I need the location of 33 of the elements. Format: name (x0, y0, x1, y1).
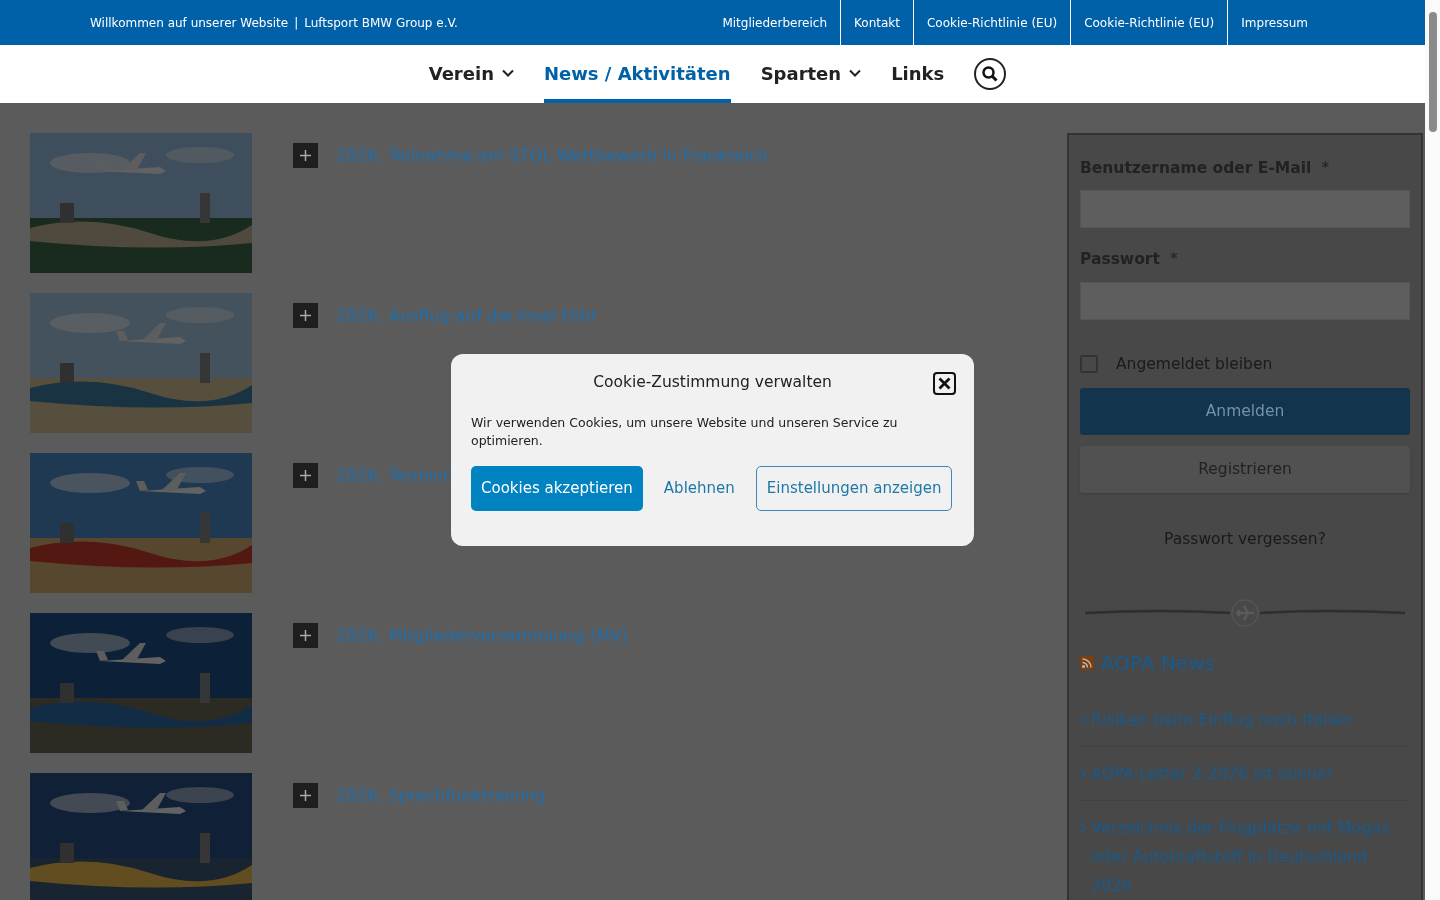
required-mark: * (1321, 158, 1330, 179)
settings-button[interactable]: Einstellungen anzeigen (755, 466, 953, 511)
chevron-down-icon (501, 69, 514, 77)
required-mark: * (1169, 249, 1178, 271)
nav-tab[interactable]: News / Aktivitäten (543, 47, 731, 103)
close-icon (938, 377, 951, 390)
chevron-right-icon (1080, 769, 1086, 779)
expand-icon[interactable] (293, 143, 318, 168)
chevron-down-icon (849, 69, 862, 77)
chevron-right-icon (1080, 715, 1086, 725)
search-button[interactable] (974, 58, 1007, 90)
expand-icon[interactable] (293, 463, 318, 488)
nav-tab[interactable]: Sparten (760, 47, 862, 103)
separator-text: | (294, 14, 299, 32)
rss-icon (1080, 656, 1094, 670)
expand-icon[interactable] (293, 623, 318, 648)
accept-button[interactable]: Cookies akzeptieren (471, 466, 643, 511)
nav-tab[interactable]: Links (891, 47, 945, 103)
scrollbar[interactable] (1425, 0, 1440, 900)
search-icon (982, 66, 999, 82)
reject-button[interactable]: Ablehnen (663, 466, 735, 511)
login-button[interactable]: Anmelden (1080, 387, 1410, 435)
welcome-text: Willkommen auf unserer Website (90, 14, 289, 32)
close-button[interactable] (933, 372, 956, 395)
expand-icon[interactable] (293, 783, 318, 808)
expand-icon[interactable] (293, 303, 318, 328)
nav-tab[interactable]: Verein (428, 47, 514, 103)
news-title: AOPA News (1101, 650, 1215, 677)
chevron-right-icon (1080, 823, 1086, 833)
top-link[interactable]: Impressum (1228, 0, 1321, 45)
dialog-text: Wir verwenden Cookies, um unsere Website und unseren Service zu optimieren. (471, 414, 899, 450)
dialog-title: Cookie-Zustimmung verwalten (593, 372, 832, 394)
club-name: Luftsport BMW Group e.V. (304, 14, 458, 32)
